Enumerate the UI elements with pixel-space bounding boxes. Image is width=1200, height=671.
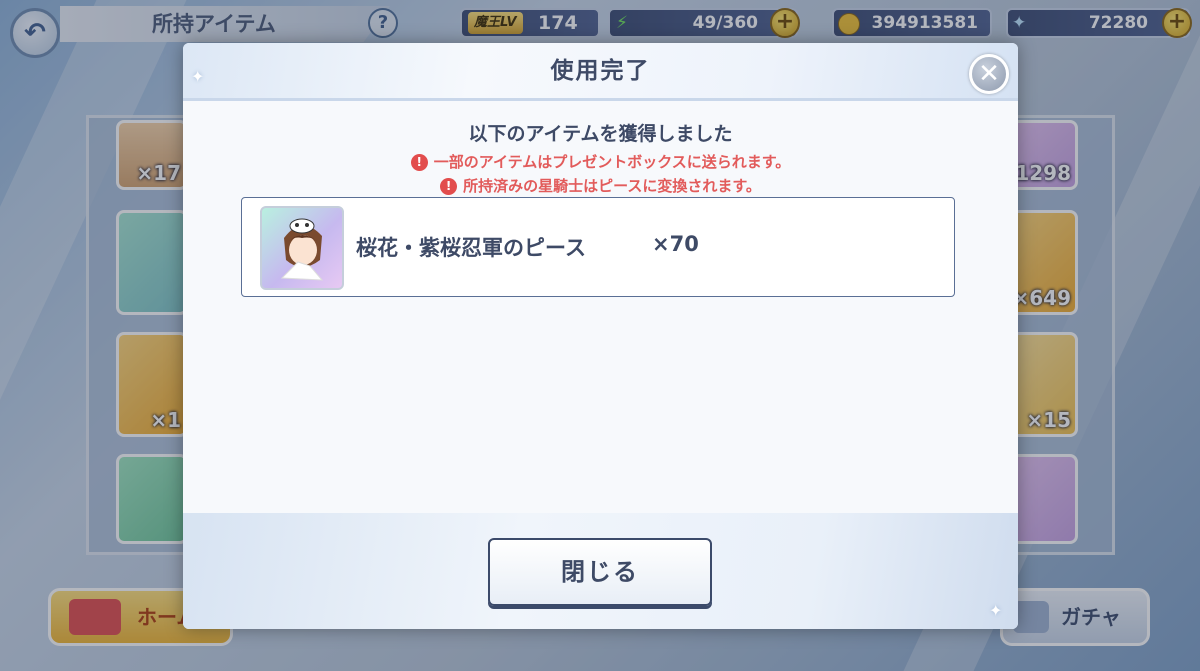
dialog-heading: 以下のアイテムを獲得しました bbox=[468, 123, 733, 145]
dialog-header: ✦ 使用完了 ✕ bbox=[183, 43, 1018, 101]
obtained-item-row: 桜花・紫桜忍軍のピース ×70 bbox=[241, 197, 955, 297]
sparkle-icon: ✦ bbox=[989, 601, 1003, 620]
item-quantity: ×70 bbox=[652, 232, 699, 256]
item-name: 桜花・紫桜忍軍のピース bbox=[356, 236, 586, 260]
notice-line: ! 所持済みの星騎士はピースに変換されます。 bbox=[183, 175, 1018, 196]
exclamation-icon: ! bbox=[440, 178, 458, 195]
notice-text: 所持済みの星騎士はピースに変換されます。 bbox=[463, 177, 761, 195]
notice-line: ! 一部のアイテムはプレゼントボックスに送られます。 bbox=[183, 151, 1018, 172]
result-dialog: ✦ 使用完了 ✕ 以下のアイテムを獲得しました ! 一部のアイテムはプレゼントボッ… bbox=[183, 43, 1018, 629]
notice-text: 一部のアイテムはプレゼントボックスに送られます。 bbox=[433, 153, 791, 171]
exclamation-icon: ! bbox=[410, 154, 428, 171]
dialog-title: 使用完了 bbox=[550, 58, 651, 84]
close-icon[interactable]: ✕ bbox=[969, 54, 1009, 94]
character-piece-icon bbox=[260, 206, 344, 290]
close-button[interactable]: 閉じる bbox=[488, 538, 712, 606]
